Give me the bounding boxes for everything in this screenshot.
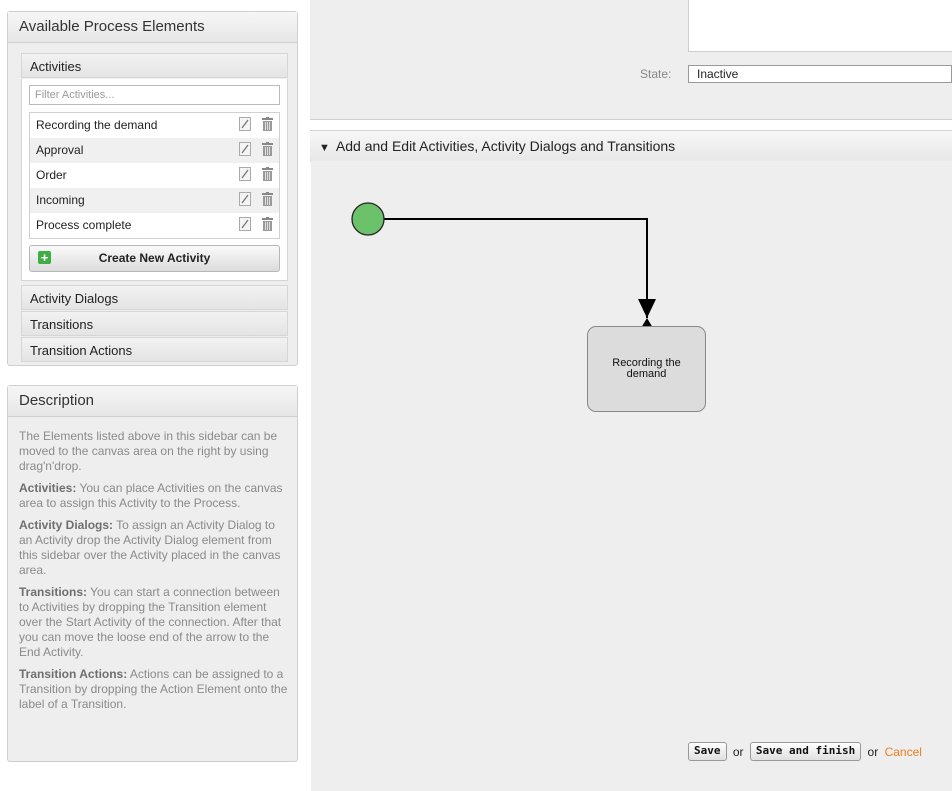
trash-icon[interactable] bbox=[262, 217, 273, 231]
activity-item[interactable]: Order bbox=[30, 163, 279, 188]
trash-icon[interactable] bbox=[262, 192, 273, 206]
activity-node[interactable]: Recording the demand bbox=[587, 326, 706, 412]
triangle-down-icon[interactable]: ▼ bbox=[319, 133, 330, 163]
description-body: The Elements listed above in this sideba… bbox=[8, 417, 297, 712]
activity-item[interactable]: Recording the demand bbox=[30, 113, 279, 138]
activity-item-label: Approval bbox=[36, 143, 84, 157]
trash-icon[interactable] bbox=[262, 142, 273, 156]
description-item: Transition Actions: Actions can be assig… bbox=[19, 667, 288, 712]
description-item: Activity Dialogs: To assign an Activity … bbox=[19, 518, 288, 578]
description-term: Transition Actions: bbox=[19, 667, 128, 681]
or-text: or bbox=[732, 744, 744, 759]
description-textarea[interactable] bbox=[688, 0, 952, 52]
pencil-icon[interactable] bbox=[238, 217, 251, 231]
create-new-activity-button[interactable]: + Create New Activity bbox=[29, 245, 280, 272]
description-term: Activities: bbox=[19, 481, 77, 495]
pencil-icon[interactable] bbox=[238, 192, 251, 206]
activity-item-label: Order bbox=[36, 168, 67, 182]
activity-item-label: Process complete bbox=[36, 218, 132, 232]
create-new-activity-label: Create New Activity bbox=[98, 251, 211, 265]
canvas-section-header[interactable]: ▼ Add and Edit Activities, Activity Dialo… bbox=[310, 130, 952, 162]
or-text: or bbox=[867, 744, 879, 759]
canvas-section-title: Add and Edit Activities, Activity Dialog… bbox=[335, 138, 676, 154]
activities-body: Recording the demand Approval Order bbox=[21, 79, 288, 281]
trash-icon[interactable] bbox=[262, 167, 273, 181]
description-term: Activity Dialogs: bbox=[19, 518, 114, 532]
accordion-activities-header[interactable]: Activities bbox=[21, 53, 288, 78]
description-item: Transitions: You can start a connection … bbox=[19, 585, 288, 660]
trash-icon[interactable] bbox=[262, 117, 273, 131]
available-elements-title: Available Process Elements bbox=[8, 12, 297, 43]
activity-item[interactable]: Incoming bbox=[30, 188, 279, 213]
accordion-transitions-header[interactable]: Transitions bbox=[21, 311, 288, 336]
available-elements-panel: Available Process Elements Activities Re… bbox=[7, 11, 298, 366]
filter-activities-input[interactable] bbox=[29, 85, 280, 105]
save-and-finish-button[interactable]: Save and finish bbox=[749, 742, 862, 762]
elements-accordion: Activities Recording the demand Approval bbox=[21, 53, 288, 363]
plus-icon: + bbox=[38, 251, 51, 264]
accordion-activity-dialogs-header[interactable]: Activity Dialogs bbox=[21, 285, 288, 310]
description-term: Transitions: bbox=[19, 585, 88, 599]
description-intro: The Elements listed above in this sideba… bbox=[19, 429, 278, 473]
pencil-icon[interactable] bbox=[238, 117, 251, 131]
activity-item-label: Recording the demand bbox=[36, 118, 158, 132]
pencil-icon[interactable] bbox=[238, 142, 251, 156]
description-panel: Description The Elements listed above in… bbox=[7, 385, 298, 762]
activity-item-label: Incoming bbox=[36, 193, 85, 207]
accordion-transition-actions-header[interactable]: Transition Actions bbox=[21, 337, 288, 362]
activity-list: Recording the demand Approval Order Inco… bbox=[29, 112, 280, 239]
activity-item[interactable]: Approval bbox=[30, 138, 279, 163]
pencil-icon[interactable] bbox=[238, 167, 251, 181]
state-select[interactable]: Inactive bbox=[688, 65, 952, 83]
state-label: State: bbox=[640, 67, 672, 81]
description-title: Description bbox=[8, 386, 297, 417]
activity-item[interactable]: Process complete bbox=[30, 213, 279, 238]
cancel-link[interactable]: Cancel bbox=[885, 745, 922, 759]
save-button[interactable]: Save bbox=[688, 742, 727, 762]
form-actions: Save or Save and finish or Cancel bbox=[688, 742, 922, 762]
process-canvas[interactable] bbox=[311, 161, 952, 791]
description-item: Activities: You can place Activities on … bbox=[19, 481, 288, 511]
